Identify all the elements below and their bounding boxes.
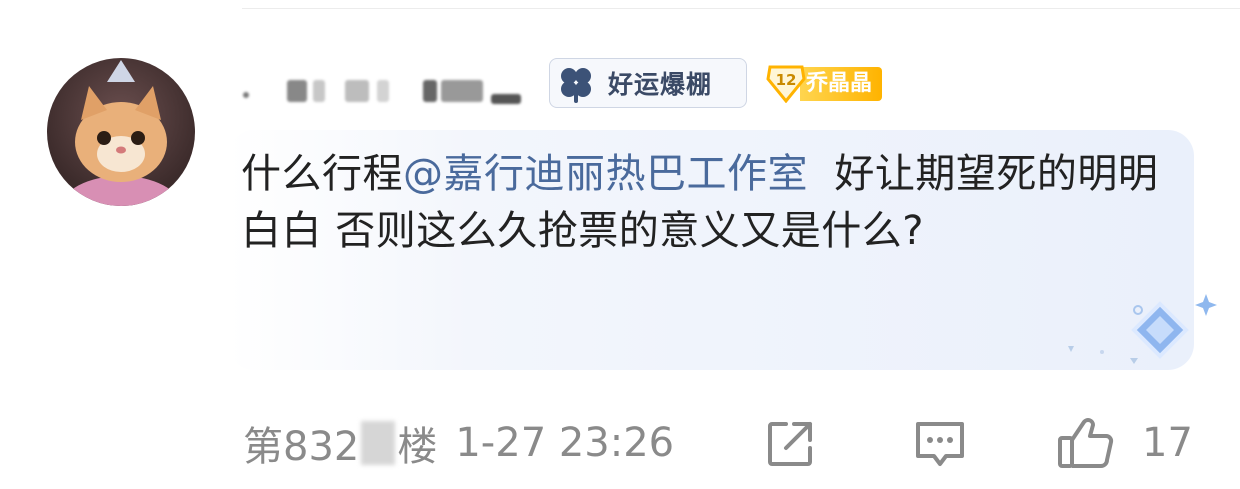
floor-suffix: 楼 [397,424,438,470]
reply-icon[interactable] [912,418,968,470]
level-badge[interactable]: 12 乔晶晶 [766,64,883,104]
top-divider [242,8,1240,9]
clover-icon [561,68,591,103]
floor-prefix: 第832 [243,424,360,470]
diamond-decoration [1068,294,1217,364]
fan-badge[interactable]: 好运爆棚 [549,58,747,108]
comment-text: 什么行程@嘉行迪丽热巴工作室 好让期望死的明明白白 否则这么久抢票的意义又是什么… [241,146,1181,260]
timestamp: 1-27 23:26 [455,420,675,466]
fan-badge-label: 好运爆棚 [608,70,713,99]
comment-meta: 第832 楼 1-27 23:26 [243,418,675,470]
like-count: 17 [1142,420,1193,466]
level-name: 乔晶晶 [800,67,883,101]
username-obscured[interactable]: username-hidden [243,70,533,106]
mention-link[interactable]: @嘉行迪丽热巴工作室 [403,151,808,197]
floor-mask [361,421,396,465]
level-number: 12 [775,71,797,89]
share-icon[interactable] [764,418,816,470]
like-icon[interactable] [1056,414,1116,470]
level-shield-icon: 12 [766,65,806,103]
comment-text-before: 什么行程 [241,151,403,197]
avatar[interactable] [47,58,195,206]
